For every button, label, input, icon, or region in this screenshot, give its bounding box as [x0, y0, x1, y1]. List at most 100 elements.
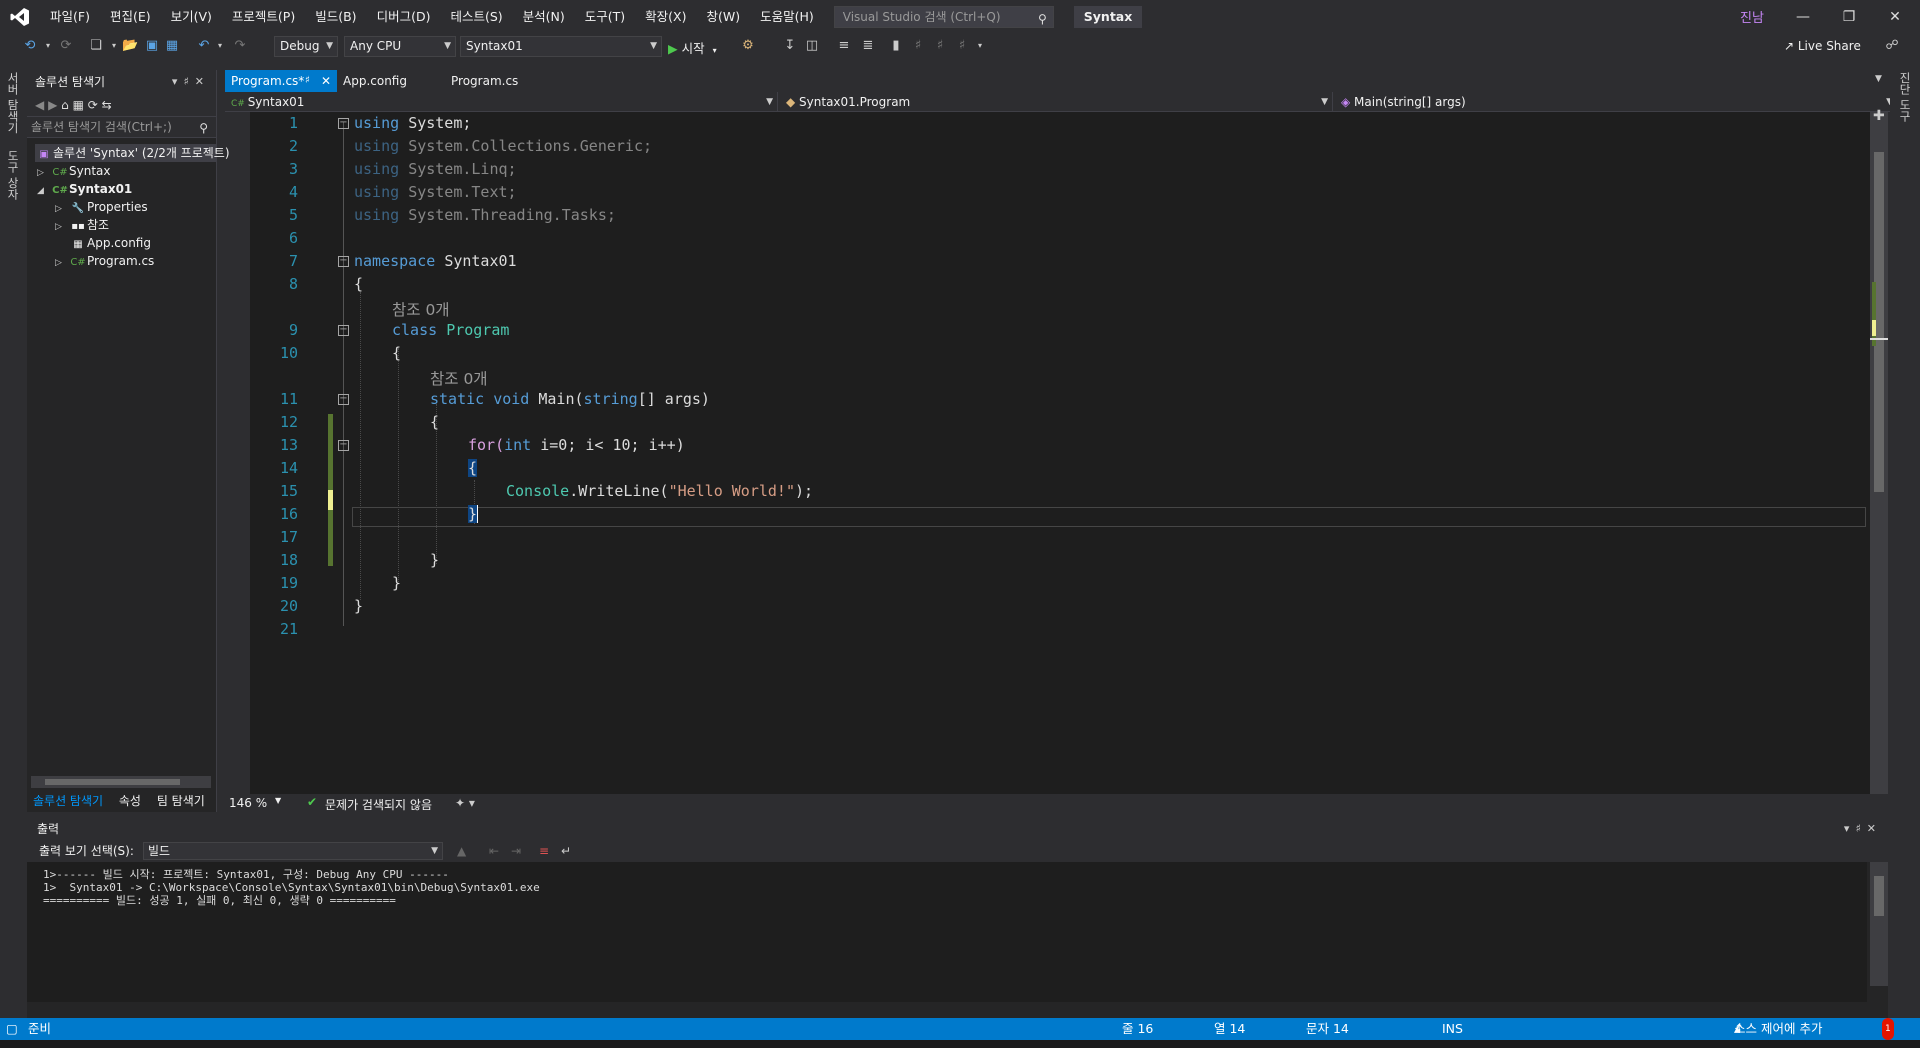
- menu-file[interactable]: 파일(F): [40, 0, 100, 34]
- zoom-dropdown-icon[interactable]: ▼: [275, 796, 281, 805]
- word-wrap-icon[interactable]: ↵: [561, 840, 571, 862]
- solution-explorer-search-input[interactable]: 솔루션 탐색기 검색(Ctrl+;) ⚲: [27, 116, 216, 138]
- collapse-region-icon[interactable]: −: [338, 118, 349, 129]
- menu-test[interactable]: 테스트(S): [440, 0, 512, 34]
- issues-status[interactable]: 문제가 검색되지 않음: [325, 796, 432, 813]
- code-cleanup-icon[interactable]: ✦ ▾: [455, 796, 475, 810]
- redo-icon[interactable]: ↷: [232, 38, 248, 54]
- startup-project-select[interactable]: Syntax01 ▼: [460, 36, 662, 57]
- collapse-region-icon[interactable]: −: [338, 325, 349, 336]
- menu-extensions[interactable]: 확장(X): [635, 0, 696, 34]
- platform-select[interactable]: Any CPU ▼: [344, 36, 456, 57]
- pin-icon[interactable]: ♯: [1855, 822, 1866, 835]
- forward-icon[interactable]: ▶: [48, 98, 57, 112]
- start-button[interactable]: ▶ 시작 ▾: [668, 38, 717, 57]
- split-window-icon[interactable]: ✚: [1873, 108, 1885, 124]
- back-icon[interactable]: ⟲: [22, 38, 38, 54]
- solution-config-icon[interactable]: ◫: [804, 38, 820, 54]
- vs-search-input[interactable]: Visual Studio 검색 (Ctrl+Q) ⚲: [833, 6, 1054, 28]
- tab-program-cs-modified[interactable]: Program.cs* ♯ ✕: [225, 70, 337, 92]
- tab-solution-explorer[interactable]: 솔루션 탐색기: [27, 790, 109, 812]
- prev-message-icon[interactable]: ⇤: [489, 840, 499, 862]
- tree-item-app-config[interactable]: ▦ App.config: [69, 234, 151, 252]
- new-dropdown-icon[interactable]: ▾: [106, 38, 122, 54]
- next-bookmark-icon[interactable]: ♯: [932, 38, 948, 54]
- output-vertical-scrollbar[interactable]: [1870, 862, 1888, 986]
- scrollbar-thumb[interactable]: [45, 779, 180, 785]
- sync-icon[interactable]: ⇆: [102, 98, 112, 112]
- home-icon[interactable]: ⌂: [61, 98, 69, 112]
- pin-icon[interactable]: ♯: [183, 75, 194, 88]
- chevron-down-icon[interactable]: ▾: [172, 75, 184, 88]
- history-icon[interactable]: ⟳: [88, 98, 98, 112]
- output-source-select[interactable]: 빌드 ▼: [143, 842, 443, 860]
- menu-debug[interactable]: 디버그(D): [367, 0, 441, 34]
- undo-icon[interactable]: ↶: [196, 38, 212, 54]
- tree-item-properties[interactable]: ▷ 🔧 Properties: [55, 198, 148, 216]
- expand-icon[interactable]: ▷: [55, 218, 69, 236]
- output-window-icon[interactable]: ▢: [6, 1018, 18, 1040]
- server-explorer-tab[interactable]: 서버 탐색기: [5, 72, 21, 133]
- close-icon[interactable]: ✕: [321, 70, 331, 92]
- toolbar-overflow-icon[interactable]: ▾: [972, 38, 988, 54]
- step-over-icon[interactable]: ↧: [782, 38, 798, 54]
- undo-dropdown-icon[interactable]: ▾: [212, 38, 228, 54]
- close-icon[interactable]: ✕: [1867, 822, 1882, 835]
- menu-window[interactable]: 창(W): [696, 0, 750, 34]
- menu-project[interactable]: 프로젝트(P): [222, 0, 305, 34]
- code-editor[interactable]: 1 2 3 4 5 6 7 8 9 10 11 12 13 14 15 16 1…: [250, 112, 1870, 794]
- collapse-region-icon[interactable]: −: [338, 394, 349, 405]
- tab-properties[interactable]: 속성: [113, 790, 147, 812]
- start-dropdown-icon[interactable]: ▾: [713, 46, 717, 55]
- type-dropdown[interactable]: ◆ Syntax01.Program ▼: [780, 92, 1333, 112]
- forward-icon[interactable]: ⟳: [58, 38, 74, 54]
- next-message-icon[interactable]: ⇥: [511, 840, 521, 862]
- comment-icon[interactable]: ≣: [860, 38, 876, 54]
- restore-icon[interactable]: ❐: [1826, 0, 1872, 34]
- user-account[interactable]: 진남: [1740, 7, 1764, 26]
- codelens-references[interactable]: 참조 0개: [392, 298, 450, 320]
- save-all-icon[interactable]: ▦: [164, 38, 180, 54]
- output-text[interactable]: 1>------ 빌드 시작: 프로젝트: Syntax01, 구성: Debu…: [27, 862, 1867, 1002]
- zoom-level[interactable]: 146 %: [229, 796, 267, 810]
- member-dropdown[interactable]: ◈ Main(string[] args)▼: [1335, 92, 1898, 112]
- chevron-down-icon[interactable]: ▾: [1844, 822, 1856, 835]
- diagnostic-tools-tab[interactable]: 진단 도구: [1897, 72, 1913, 122]
- prev-bookmark-icon[interactable]: ♯: [910, 38, 926, 54]
- feedback-icon[interactable]: ☍: [1884, 38, 1900, 54]
- collapse-region-icon[interactable]: −: [338, 440, 349, 451]
- tab-overflow-icon[interactable]: ▼: [1875, 74, 1882, 84]
- minimize-icon[interactable]: —: [1780, 0, 1826, 34]
- expand-icon[interactable]: ▷: [55, 254, 69, 272]
- new-project-icon[interactable]: ❏: [88, 38, 104, 54]
- tree-item-syntax[interactable]: ▷ C#Syntax: [37, 162, 110, 180]
- close-icon[interactable]: ✕: [195, 75, 210, 88]
- back-dropdown-icon[interactable]: ▾: [40, 38, 56, 54]
- menu-help[interactable]: 도움말(H): [750, 0, 824, 34]
- browser-link-icon[interactable]: ⚙: [740, 38, 756, 54]
- switch-views-icon[interactable]: ▦: [73, 98, 84, 112]
- clear-all-icon[interactable]: ≡: [539, 840, 549, 862]
- tree-item-syntax01[interactable]: ◢ C#Syntax01: [37, 180, 132, 198]
- open-file-icon[interactable]: 📂: [122, 38, 138, 54]
- menu-edit[interactable]: 편집(E): [100, 0, 161, 34]
- tree-item-program-cs[interactable]: ▷ C#Program.cs: [55, 252, 154, 270]
- scrollbar-thumb[interactable]: [1874, 876, 1884, 916]
- tab-app-config[interactable]: App.config: [337, 70, 433, 92]
- close-icon[interactable]: ✕: [1872, 0, 1918, 34]
- tab-program-cs[interactable]: Program.cs: [445, 70, 541, 92]
- menu-view[interactable]: 보기(V): [161, 0, 222, 34]
- horizontal-scrollbar[interactable]: [31, 776, 211, 788]
- menu-tools[interactable]: 도구(T): [575, 0, 635, 34]
- save-icon[interactable]: ▣: [144, 38, 160, 54]
- menu-analyze[interactable]: 분석(N): [513, 0, 575, 34]
- live-share-button[interactable]: ↗ Live Share: [1784, 39, 1861, 53]
- editor-vertical-scrollbar[interactable]: ✚: [1870, 108, 1888, 794]
- toolbox-tab[interactable]: 도구 상자: [5, 150, 21, 200]
- collapse-icon[interactable]: ◢: [37, 182, 51, 200]
- bookmark-icon[interactable]: ▮: [888, 38, 904, 54]
- tree-item-solution[interactable]: ▣ 솔루션 'Syntax' (2/2개 프로젝트): [35, 144, 230, 162]
- back-icon[interactable]: ◀: [35, 98, 44, 112]
- tab-team-explorer[interactable]: 팀 탐색기: [151, 790, 211, 812]
- pin-icon[interactable]: ♯: [305, 70, 310, 92]
